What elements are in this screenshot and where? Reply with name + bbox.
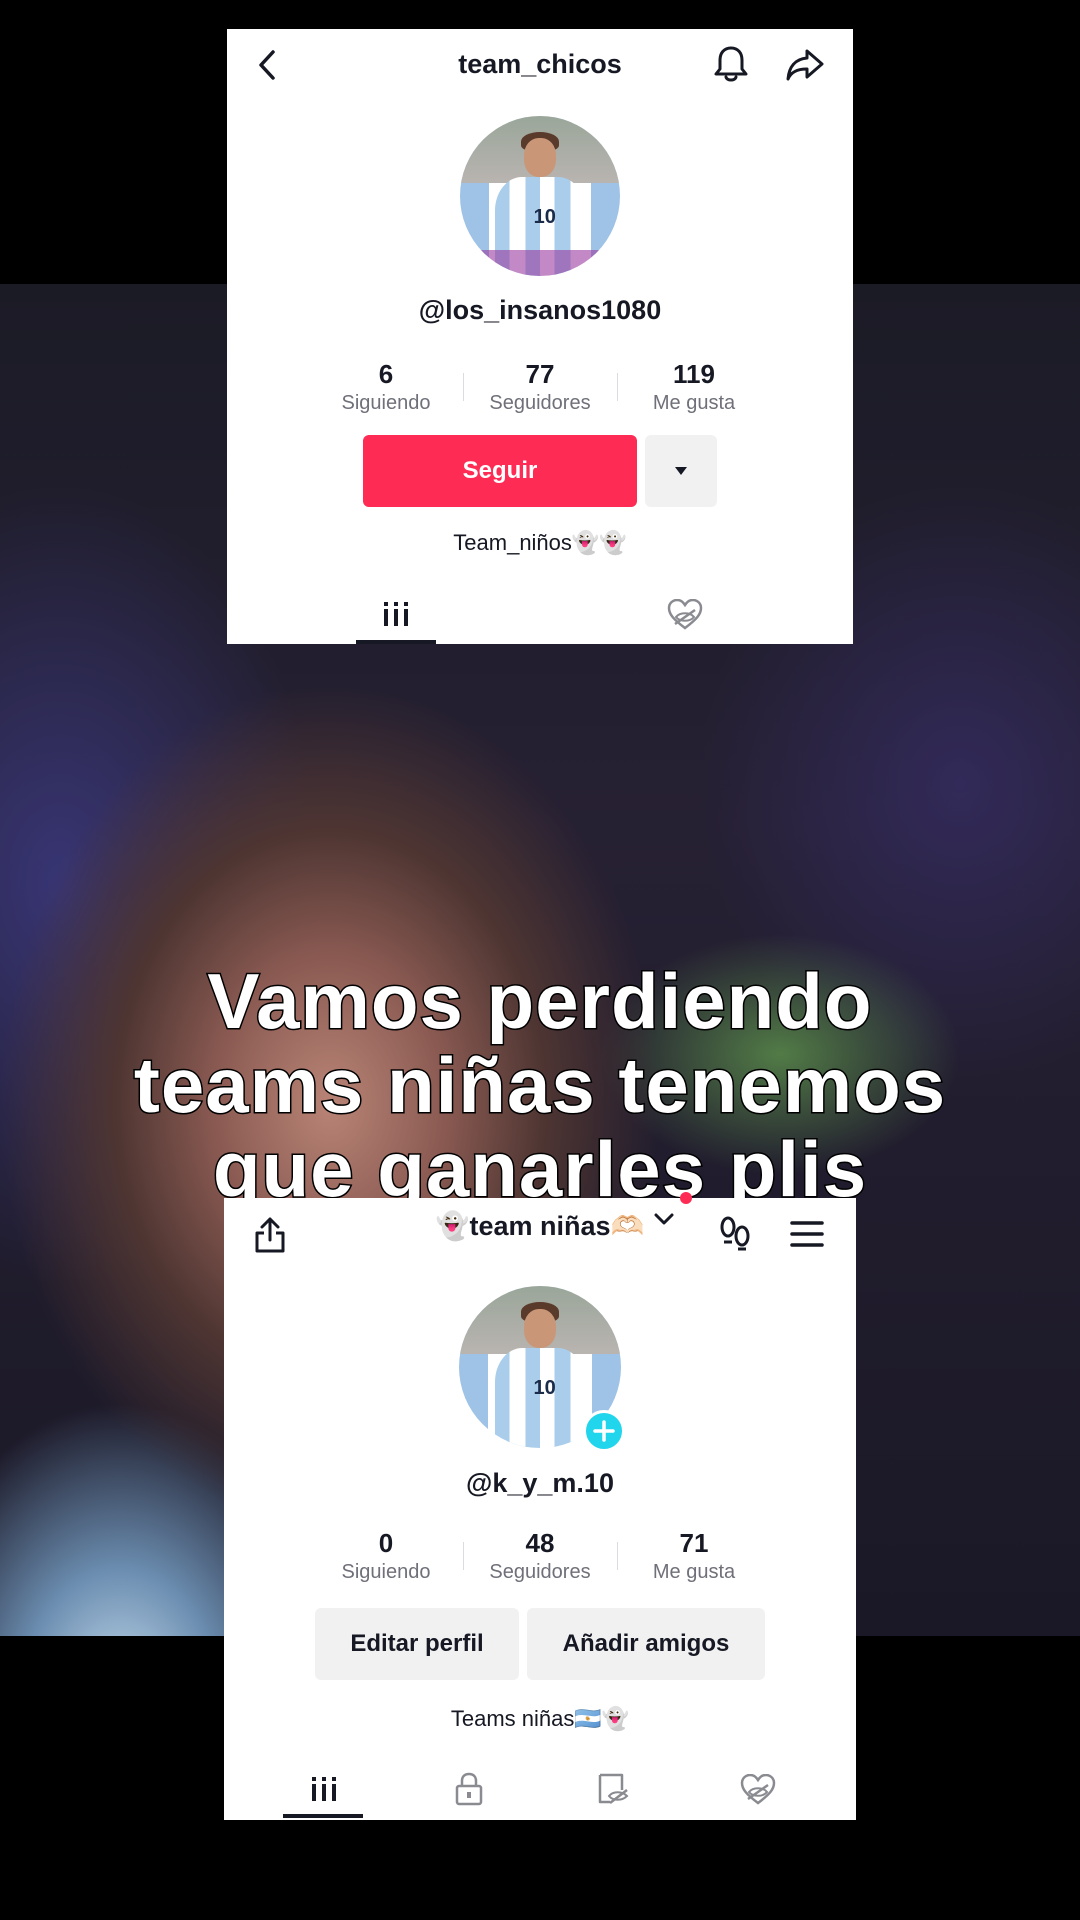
chevron-down-icon[interactable] [654,1212,674,1226]
stat-following[interactable]: 6 Siguiendo [309,359,463,417]
stat-value: 119 [673,359,715,389]
caret-down-icon [675,467,687,475]
profile-header-title: team_chicos [458,49,622,79]
profile-handle: @los_insanos1080 [418,295,662,325]
liked-hidden-icon[interactable] [667,599,703,631]
videos-grid-icon[interactable] [311,1775,337,1803]
active-tab-indicator [356,640,436,644]
edit-profile-button[interactable]: Editar perfil [315,1608,519,1680]
profile-bio: Team_niños👻👻 [453,530,627,555]
stat-following[interactable]: 0 Siguiendo [309,1528,463,1586]
stat-label: Me gusta [652,1561,736,1583]
account-switcher-title[interactable]: 👻team niñas🫶🏻 [224,1210,856,1242]
stat-value: 6 [378,359,394,389]
active-tab-indicator [283,1814,363,1818]
follow-button[interactable]: Seguir [363,435,637,507]
stat-label: Seguidores [489,392,591,414]
stat-likes[interactable]: 119 Me gusta [617,359,771,417]
caption-line-1: Vamos perdiendo [206,957,873,1045]
caption-line-2: teams niñas tenemos [132,1041,947,1129]
profile-handle: @k_y_m.10 [466,1468,614,1498]
favorites-icon[interactable] [596,1772,630,1806]
stat-followers[interactable]: 77 Seguidores [463,359,617,417]
stat-label: Siguiendo [341,392,431,414]
stat-value: 0 [378,1528,394,1558]
bell-icon[interactable] [713,45,749,83]
profile-tabs [224,1760,856,1818]
menu-icon[interactable] [790,1220,824,1248]
stat-label: Siguiendo [341,1561,431,1583]
add-friends-button[interactable]: Añadir amigos [527,1608,765,1680]
profile-header: 👻team niñas🫶🏻 [224,1192,856,1270]
stat-value: 48 [525,1528,555,1558]
notification-dot [680,1192,692,1204]
stat-likes[interactable]: 71 Me gusta [617,1528,771,1586]
stat-value: 77 [525,359,555,389]
videos-grid-icon[interactable] [383,600,409,628]
profile-stats: 6 Siguiendo 77 Seguidores 119 Me gusta [227,359,853,417]
more-options-button[interactable] [645,435,717,507]
profile-card-bottom: 👻team niñas🫶🏻 10 @k_y_m.10 0 Siguiendo 4… [224,1192,856,1820]
stat-followers[interactable]: 48 Seguidores [463,1528,617,1586]
add-avatar-button[interactable] [583,1410,625,1452]
profile-tabs [227,585,853,644]
share-icon[interactable] [785,47,825,83]
stat-label: Seguidores [489,1561,591,1583]
profile-card-top: team_chicos 10 @los_insanos1080 6 Siguie… [227,29,853,644]
plus-icon [593,1420,615,1442]
profile-stats: 0 Siguiendo 48 Seguidores 71 Me gusta [224,1528,856,1586]
liked-hidden-icon[interactable] [740,1774,776,1806]
stat-value: 71 [679,1528,709,1558]
profile-header: team_chicos [227,29,853,101]
private-lock-icon[interactable] [454,1772,484,1806]
stat-label: Me gusta [652,392,736,414]
footprints-icon[interactable] [718,1216,752,1252]
profile-bio: Teams niñas🇦🇷👻 [450,1706,630,1731]
avatar[interactable]: 10 [460,116,620,276]
